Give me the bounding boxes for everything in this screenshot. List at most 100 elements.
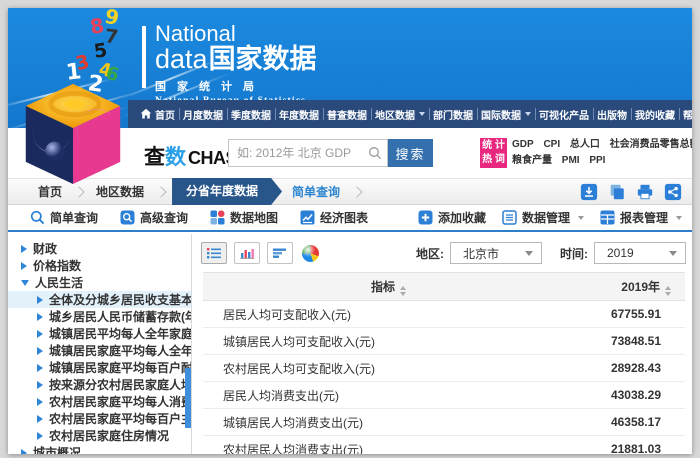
breadcrumb-provincial-annual-active[interactable]: 分省年度数据 — [172, 178, 282, 205]
data-map-icon — [210, 210, 225, 225]
nav-item-regional-data[interactable]: 地区数据 — [371, 100, 429, 128]
hot-word-pmi[interactable]: PMI — [562, 155, 580, 166]
nav-item-census-data[interactable]: 普查数据 — [323, 100, 371, 128]
indicator-tree-sidebar: 财政 价格指数 人民生活 全体及分城乡居民收支基本情况(新口径) 城乡居民人民币… — [8, 234, 192, 454]
tree-arrow-icon — [21, 245, 27, 253]
hot-word-retail[interactable]: 社会消费品零售总额 — [610, 139, 692, 150]
indicator-column-header[interactable]: 指标 — [203, 273, 574, 301]
nav-item-monthly-data[interactable]: 月度数据 — [179, 100, 227, 128]
tree-arrow-icon — [37, 432, 43, 440]
table-row: 城镇居民人均消费支出(元)46358.17 — [203, 409, 685, 436]
logo-bureau-cn: 国家统计局 — [155, 78, 317, 94]
breadcrumb-simple-query[interactable]: 简单查询 — [284, 183, 348, 200]
add-favorite-icon — [418, 210, 433, 225]
region-select[interactable]: 北京市 — [450, 242, 542, 264]
tree-arrow-icon — [37, 347, 43, 355]
sidebar-item-income-expenditure-overview[interactable]: 全体及分城乡居民收支基本情况(新口径) — [8, 291, 191, 308]
sidebar-item-rural-durable-goods[interactable]: 农村居民家庭平均每百户主要耐用消费品拥有量 — [8, 410, 191, 427]
add-favorite-button[interactable]: 添加收藏 — [418, 209, 486, 226]
hbar-chart-view-button[interactable] — [267, 242, 293, 264]
chevron-down-icon — [669, 251, 677, 256]
sidebar-item-rural-consumption[interactable]: 农村居民家庭平均每人消费支出 — [8, 393, 191, 410]
tree-arrow-icon — [37, 364, 43, 372]
nav-item-yearly-data[interactable]: 年度数据 — [275, 100, 323, 128]
nav-item-home[interactable]: 首页 — [136, 100, 179, 128]
chashu-cha: 查 — [144, 146, 165, 169]
search-input[interactable] — [228, 139, 388, 167]
advanced-search-icon — [120, 210, 135, 225]
nav-item-visualization[interactable]: 可视化产品 — [535, 100, 593, 128]
nav-item-quarterly-data[interactable]: 季度数据 — [227, 100, 275, 128]
sidebar-item-urban-durable-goods[interactable]: 城镇居民家庭平均每百户耐用消费品拥有量 — [8, 359, 191, 376]
site-logo: National data国家数据 国家统计局 National Bureau … — [142, 22, 317, 106]
time-select[interactable]: 2019 — [594, 242, 686, 264]
region-label: 地区: — [416, 245, 444, 262]
tree-arrow-icon — [37, 296, 43, 304]
sidebar-item-rural-housing[interactable]: 农村居民家庭住房情况 — [8, 427, 191, 444]
nav-item-international-data[interactable]: 国际数据 — [477, 100, 535, 128]
search-icon — [30, 210, 45, 225]
tree-arrow-icon — [37, 381, 43, 389]
national-data-page: National data国家数据 国家统计局 National Bureau … — [8, 8, 692, 454]
chevron-down-icon — [676, 216, 682, 220]
site-header: National data国家数据 国家统计局 National Bureau … — [8, 8, 692, 128]
sidebar-item-people-livelihood[interactable]: 人民生活 — [8, 274, 191, 291]
print-icon[interactable] — [636, 183, 654, 201]
query-toolbar: 简单查询 高级查询 数据地图 经济图表 添加收藏 数据管理 — [8, 205, 692, 232]
sidebar-item-fiscal[interactable]: 财政 — [8, 240, 191, 257]
sidebar-item-city-overview[interactable]: 城市概况 — [8, 444, 191, 454]
nav-item-favorites[interactable]: 我的收藏 — [631, 100, 679, 128]
list-view-icon — [206, 247, 222, 259]
nav-item-department-data[interactable]: 部门数据 — [429, 100, 477, 128]
data-map-button[interactable]: 数据地图 — [210, 209, 278, 226]
copy-icon[interactable] — [608, 183, 626, 201]
tree-arrow-icon — [37, 313, 43, 321]
year-column-header[interactable]: 2019年 — [574, 273, 685, 301]
breadcrumb-regional-data[interactable]: 地区数据 — [88, 183, 152, 200]
sidebar-item-savings-deposit[interactable]: 城乡居民人民币储蓄存款(年底余额) — [8, 308, 191, 325]
hot-word-ppi[interactable]: PPI — [589, 155, 605, 166]
pie-chart-view-button[interactable] — [302, 245, 319, 262]
hot-word-population[interactable]: 总人口 — [570, 139, 600, 150]
data-manage-button[interactable]: 数据管理 — [502, 209, 584, 226]
list-view-button[interactable] — [201, 242, 227, 264]
simple-query-button[interactable]: 简单查询 — [30, 209, 98, 226]
main-nav: 首页 月度数据 季度数据 年度数据 普查数据 地区数据 部门数据 国际数据 可视… — [128, 100, 692, 128]
sidebar-item-urban-consumption-expenditure[interactable]: 城镇居民家庭平均每人全年消费性支出 — [8, 342, 191, 359]
hot-word-gdp[interactable]: GDP — [512, 139, 534, 150]
logo-divider — [142, 26, 146, 88]
nav-item-help[interactable]: 帮助 — [679, 100, 692, 128]
tree-arrow-icon — [37, 330, 43, 338]
sidebar-item-rural-net-income[interactable]: 按来源分农村居民家庭人均纯收入 — [8, 376, 191, 393]
hot-word-cpi[interactable]: CPI — [543, 139, 560, 150]
sidebar-item-price-index[interactable]: 价格指数 — [8, 257, 191, 274]
table-row: 农村居民人均消费支出(元)21881.03 — [203, 436, 685, 455]
tree-arrow-icon — [21, 262, 27, 270]
logo-title-mixed: data国家数据 — [155, 45, 317, 74]
hot-word-grain[interactable]: 粮食产量 — [512, 155, 552, 166]
table-row: 居民人均消费支出(元)43038.29 — [203, 382, 685, 409]
chevron-down-icon — [525, 251, 533, 256]
breadcrumb-home[interactable]: 首页 — [30, 183, 70, 200]
page-actions — [580, 183, 692, 201]
search-button[interactable]: 搜索 — [388, 139, 433, 167]
hot-badge-line1: 统 计 — [480, 139, 507, 153]
economic-chart-button[interactable]: 经济图表 — [300, 209, 368, 226]
nav-item-publications[interactable]: 出版物 — [593, 100, 631, 128]
chevron-right-icon — [155, 186, 166, 197]
sidebar-item-urban-income-source[interactable]: 城镇居民平均每人全年家庭收入来源 — [8, 325, 191, 342]
logo-title-en: National — [155, 22, 317, 45]
chashu-shu: 数 — [165, 146, 186, 169]
report-manage-button[interactable]: 报表管理 — [600, 209, 682, 226]
bar-chart-view-button[interactable] — [234, 242, 260, 264]
table-row: 城镇居民人均可支配收入(元)73848.51 — [203, 328, 685, 355]
results-panel: 地区: 北京市 时间: 2019 指标 2019年 居民人 — [193, 234, 692, 454]
filters: 地区: 北京市 时间: 2019 — [416, 242, 686, 264]
report-manage-icon — [600, 210, 615, 225]
toolbar-right-group: 添加收藏 数据管理 报表管理 — [402, 209, 682, 226]
download-icon[interactable] — [580, 183, 598, 201]
advanced-query-button[interactable]: 高级查询 — [120, 209, 188, 226]
sidebar-scrollbar-thumb[interactable] — [185, 368, 191, 428]
chevron-right-icon — [73, 186, 84, 197]
share-icon[interactable] — [664, 183, 682, 201]
